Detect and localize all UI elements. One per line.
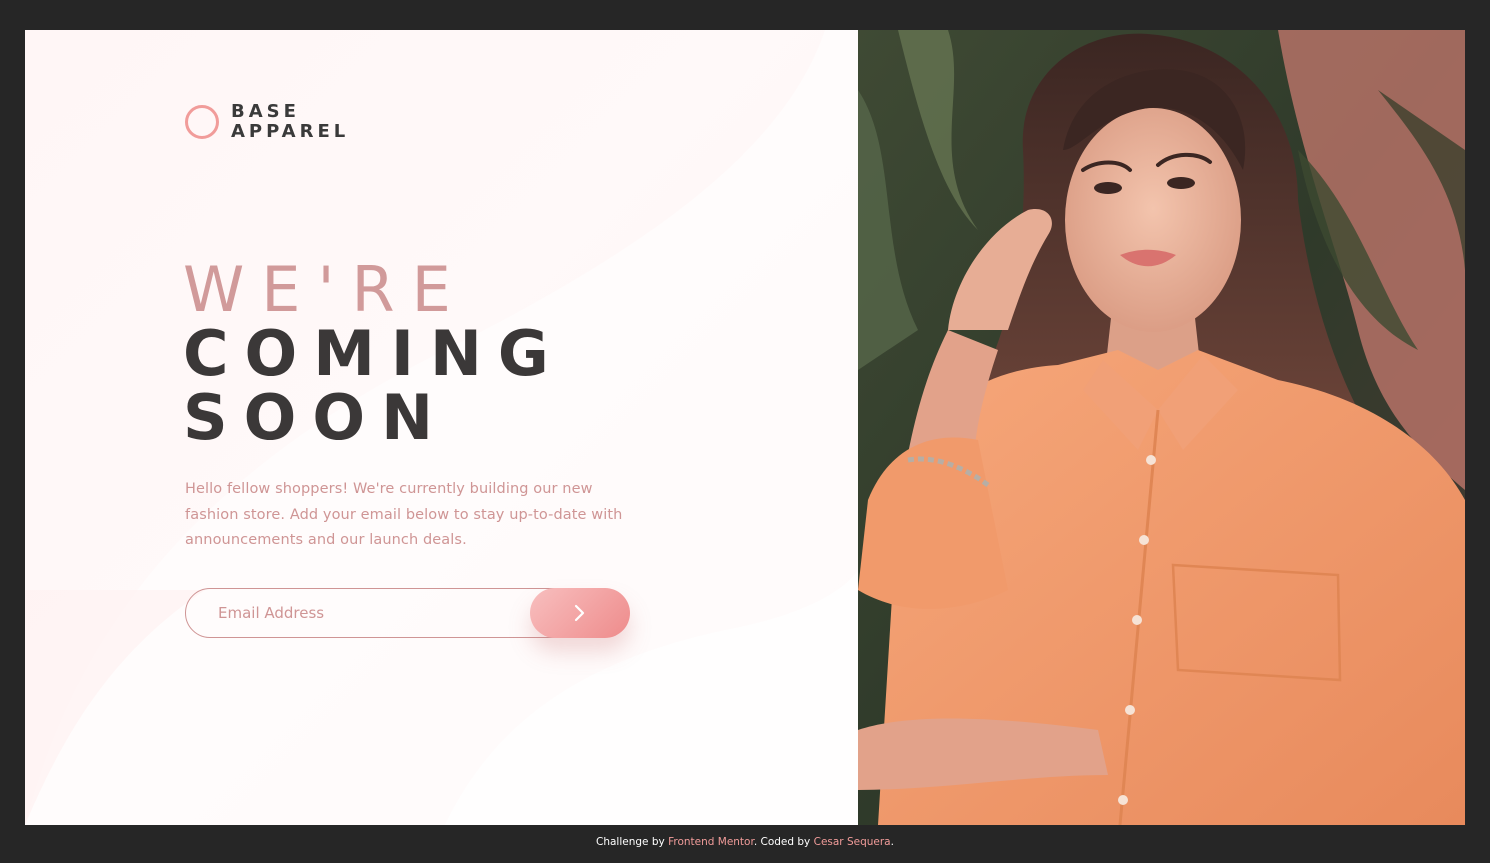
chevron-right-icon <box>574 604 585 622</box>
brand-name-line2: APPAREL <box>231 121 350 142</box>
attribution-challenge-prefix: Challenge by <box>596 836 665 848</box>
model-photo <box>858 30 1465 825</box>
headline-bold-coming: COMING <box>183 317 565 390</box>
headline-bold-soon: SOON <box>183 381 449 454</box>
author-link[interactable]: Cesar Sequera <box>814 836 891 848</box>
attribution-coded-prefix: . Coded by <box>753 836 811 848</box>
submit-button[interactable] <box>530 588 630 638</box>
brand-logo[interactable]: BASE APPAREL <box>185 102 349 142</box>
intro-description: Hello fellow shoppers! We're currently b… <box>185 481 623 548</box>
circle-ring-icon <box>185 105 219 139</box>
landing-page: BASE APPAREL WE'RE COMING SOON Hello fel… <box>25 30 1465 825</box>
headline-light: WE'RE <box>183 253 468 326</box>
content-panel: BASE APPAREL WE'RE COMING SOON Hello fel… <box>25 30 858 825</box>
brand-name: BASE APPAREL <box>231 102 349 142</box>
attribution-suffix: . <box>890 836 894 848</box>
brand-name-line1: BASE <box>231 101 300 122</box>
attribution-footer: Challenge by Frontend Mentor. Coded by C… <box>0 836 1490 848</box>
page-headline: WE'RE COMING SOON <box>183 258 565 450</box>
subscribe-form <box>185 588 630 638</box>
frontend-mentor-link[interactable]: Frontend Mentor <box>668 836 754 848</box>
hero-image <box>858 30 1465 825</box>
